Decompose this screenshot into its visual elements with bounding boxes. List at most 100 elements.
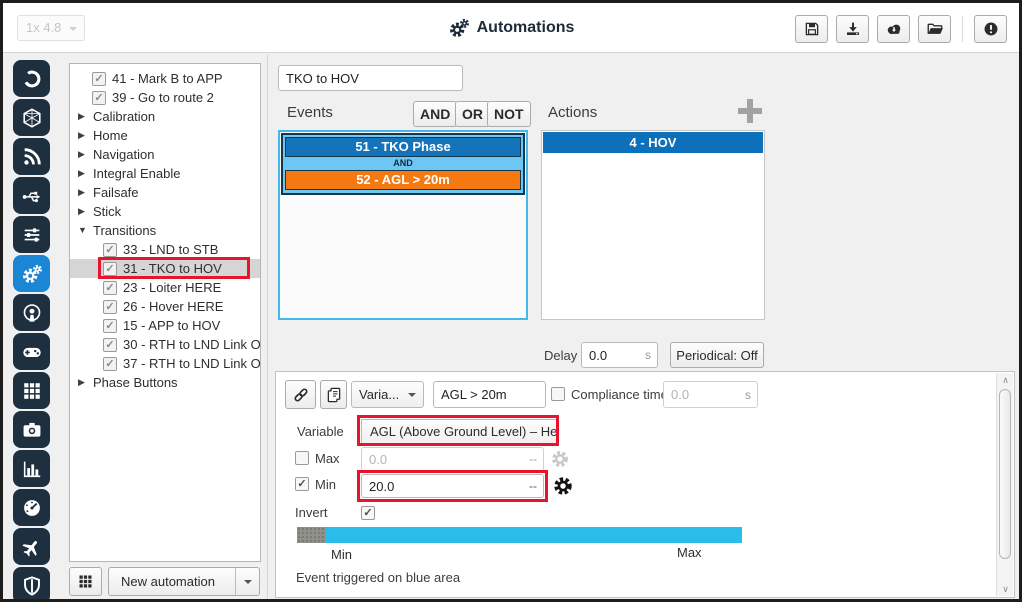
not-operator-button[interactable]: NOT [487, 101, 531, 127]
chevron-right-icon[interactable] [78, 164, 89, 183]
tree-branch-transitions[interactable]: Transitions [70, 221, 260, 240]
tree-branch[interactable]: Stick [70, 202, 260, 221]
add-action-icon[interactable] [738, 99, 762, 123]
actions-list[interactable]: 4 - HOV [541, 130, 765, 320]
tree-branch[interactable]: Navigation [70, 145, 260, 164]
rail-item-settings[interactable] [13, 216, 50, 253]
event-group[interactable]: 51 - TKO Phase AND 52 - AGL > 20m [281, 133, 525, 195]
tree-branch[interactable]: Phase Buttons [70, 373, 260, 392]
chevron-down-icon[interactable] [78, 221, 89, 240]
tree-item[interactable]: 15 - APP to HOV [70, 316, 260, 335]
chevron-right-icon[interactable] [78, 202, 89, 221]
checkbox[interactable] [103, 281, 117, 295]
max-label: Max [315, 451, 340, 466]
tree-item[interactable]: 26 - Hover HERE [70, 297, 260, 316]
event-type-dropdown[interactable]: Varia... [351, 381, 424, 408]
rail-item-telemetry[interactable] [13, 138, 50, 175]
tree-item-label: Home [93, 126, 128, 145]
variable-dropdown[interactable]: AGL (Above Ground Level) – Hei... [361, 419, 557, 444]
checkbox[interactable] [103, 319, 117, 333]
alert-icon [982, 20, 1000, 38]
tree-item-label: 31 - TKO to HOV [123, 259, 222, 278]
tree-branch[interactable]: Failsafe [70, 183, 260, 202]
link-button[interactable] [285, 380, 316, 409]
and-operator-button[interactable]: AND [413, 101, 457, 127]
rail-item-camera[interactable] [13, 411, 50, 448]
rail-item-podcast[interactable] [13, 294, 50, 331]
download-button[interactable] [836, 15, 869, 43]
automation-name-input[interactable] [278, 65, 463, 91]
checkbox[interactable] [103, 300, 117, 314]
compliance-input[interactable] [664, 382, 757, 407]
event-item-agl[interactable]: 52 - AGL > 20m [285, 170, 521, 190]
periodical-button[interactable]: Periodical: Off [670, 342, 764, 368]
rail-item-grid[interactable] [13, 372, 50, 409]
scrollbar[interactable]: ∧ ∨ [996, 373, 1013, 596]
rail-item-usb[interactable] [13, 177, 50, 214]
checkbox[interactable] [92, 72, 106, 86]
scroll-up-icon[interactable]: ∧ [997, 373, 1014, 387]
min-input[interactable] [362, 475, 543, 497]
event-item-tko-phase[interactable]: 51 - TKO Phase [285, 137, 521, 157]
tree-item-label: 26 - Hover HERE [123, 297, 223, 316]
scroll-down-icon[interactable]: ∨ [997, 582, 1014, 596]
max-settings-gear-icon[interactable] [550, 449, 570, 469]
new-automation-dropdown[interactable]: New automation [108, 567, 260, 596]
action-item-hov[interactable]: 4 - HOV [543, 132, 763, 153]
checkbox[interactable] [103, 357, 117, 371]
tree-branch[interactable]: Home [70, 126, 260, 145]
rail-item-plane[interactable] [13, 528, 50, 565]
chevron-right-icon[interactable] [78, 145, 89, 164]
rail-item-mesh[interactable] [13, 99, 50, 136]
tree-item[interactable]: 30 - RTH to LND Link Off [70, 335, 260, 354]
dropdown-caret[interactable] [235, 568, 259, 595]
tree-item-selected[interactable]: 31 - TKO to HOV [70, 259, 260, 278]
chevron-right-icon[interactable] [78, 183, 89, 202]
chevron-down-icon [408, 393, 416, 401]
tree-item[interactable]: 37 - RTH to LND Link Ok [70, 354, 260, 373]
tree-branch[interactable]: Calibration [70, 107, 260, 126]
scrollbar-thumb[interactable] [999, 389, 1011, 559]
checkbox[interactable] [103, 338, 117, 352]
max-input[interactable] [362, 448, 543, 470]
range-min-label: Min [331, 547, 352, 562]
or-operator-button[interactable]: OR [455, 101, 490, 127]
events-list[interactable]: 51 - TKO Phase AND 52 - AGL > 20m [278, 130, 528, 320]
checkbox[interactable] [103, 262, 117, 276]
min-settings-gear-icon[interactable] [552, 475, 574, 497]
tree-item[interactable]: 39 - Go to route 2 [70, 88, 260, 107]
panel-divider [267, 54, 268, 599]
open-folder-button[interactable] [918, 15, 951, 43]
camera-icon [21, 419, 43, 441]
top-toolbar: 1x 4.8 Automations [3, 3, 1019, 53]
chevron-right-icon[interactable] [78, 126, 89, 145]
usb-icon [21, 185, 43, 207]
rail-item-shield[interactable] [13, 567, 50, 602]
invert-checkbox[interactable] [361, 506, 375, 520]
checkbox[interactable] [92, 91, 106, 105]
compliance-checkbox[interactable] [551, 387, 565, 401]
tree-branch[interactable]: Integral Enable [70, 164, 260, 183]
max-checkbox[interactable] [295, 451, 309, 465]
tree-item[interactable]: 23 - Loiter HERE [70, 278, 260, 297]
rail-item-gauge[interactable] [13, 489, 50, 526]
event-name-input[interactable] [434, 382, 545, 407]
bar-chart-icon [21, 458, 43, 480]
rail-item-power[interactable] [13, 60, 50, 97]
save-button[interactable] [795, 15, 828, 43]
rail-item-charts[interactable] [13, 450, 50, 487]
rss-icon [21, 146, 43, 168]
chevron-right-icon[interactable] [78, 107, 89, 126]
alert-button[interactable] [974, 15, 1007, 43]
grid-view-button[interactable] [69, 567, 102, 596]
copy-button[interactable] [320, 380, 347, 409]
min-checkbox[interactable] [295, 477, 309, 491]
tree-item[interactable]: 41 - Mark B to APP [70, 69, 260, 88]
checkbox[interactable] [103, 243, 117, 257]
tree-item[interactable]: 33 - LND to STB [70, 240, 260, 259]
trigger-range-bar [297, 527, 742, 543]
rail-item-gamepad[interactable] [13, 333, 50, 370]
rail-item-automations[interactable] [13, 255, 50, 292]
cloud-download-button[interactable] [877, 15, 910, 43]
chevron-right-icon[interactable] [78, 373, 89, 392]
